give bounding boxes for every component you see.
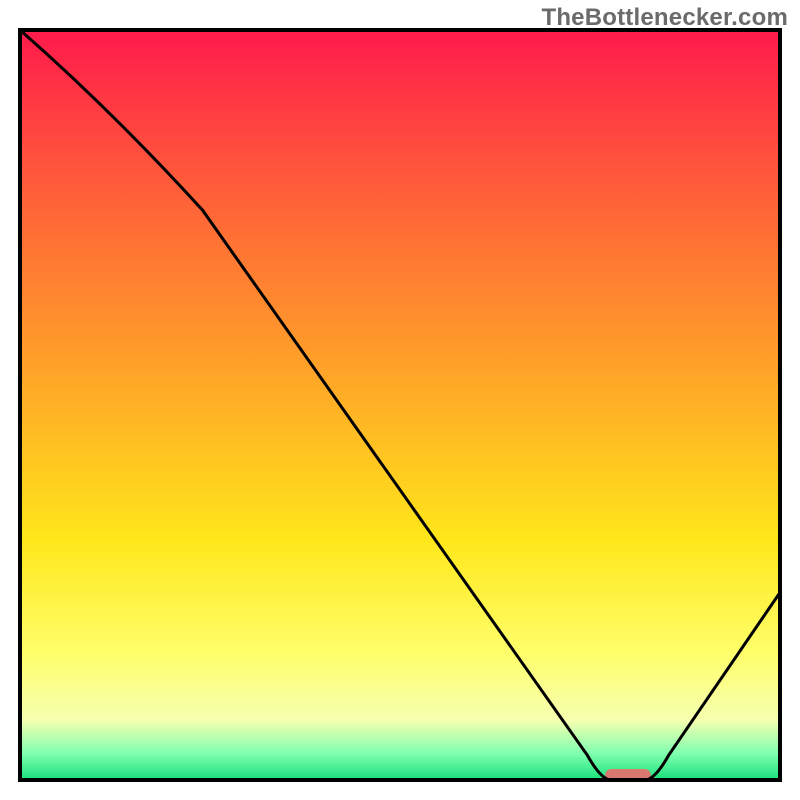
chart-container: TheBottlenecker.com bbox=[0, 0, 800, 800]
chart-gradient-bg bbox=[20, 30, 780, 780]
bottleneck-chart bbox=[0, 0, 800, 800]
